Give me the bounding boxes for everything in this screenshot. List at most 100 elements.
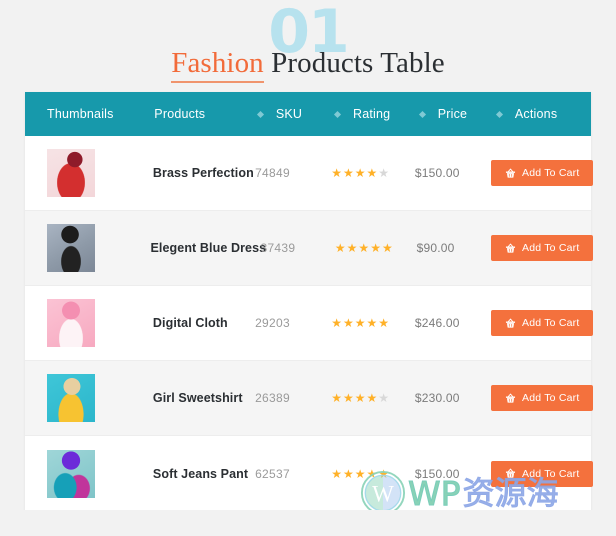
- cell-thumbnail: [47, 149, 153, 197]
- rating-stars[interactable]: ★ ★ ★ ★ ★: [331, 167, 389, 179]
- add-to-cart-label: Add To Cart: [522, 167, 580, 179]
- cell-thumbnail: [47, 374, 153, 422]
- add-to-cart-button[interactable]: Add To Cart: [491, 310, 594, 336]
- column-header-price[interactable]: Price: [418, 107, 497, 121]
- page-title-accent: Fashion: [171, 47, 264, 83]
- product-sku: 62537: [255, 466, 290, 481]
- product-name: Girl Sweetshirt: [152, 391, 243, 405]
- product-sku: 26389: [255, 391, 290, 405]
- product-sku: 74849: [255, 166, 290, 180]
- shopping-basket-icon: [505, 318, 516, 329]
- product-thumbnail-image[interactable]: [47, 224, 95, 272]
- cell-product: Brass Perfection: [153, 166, 255, 180]
- star-icon[interactable]: ★: [355, 167, 366, 179]
- rating-stars[interactable]: ★ ★ ★ ★ ★: [331, 468, 389, 480]
- star-icon[interactable]: ★: [378, 392, 389, 404]
- product-thumbnail-image[interactable]: [47, 374, 95, 422]
- star-icon[interactable]: ★: [367, 167, 378, 179]
- sort-diamond-icon[interactable]: [418, 110, 426, 118]
- table-row[interactable]: Elegent Blue Dress 37439 ★ ★ ★ ★ ★ $90.00 Ad…: [25, 211, 594, 286]
- star-icon[interactable]: ★: [367, 392, 378, 404]
- cell-rating: ★ ★ ★ ★ ★: [331, 468, 415, 480]
- cell-sku: 29203: [255, 316, 331, 330]
- add-to-cart-label: Add To Cart: [522, 242, 580, 254]
- add-to-cart-button[interactable]: Add To Cart: [491, 385, 594, 411]
- star-icon[interactable]: ★: [367, 317, 378, 329]
- sort-diamond-icon[interactable]: [333, 110, 342, 118]
- star-icon[interactable]: ★: [358, 242, 369, 254]
- star-icon[interactable]: ★: [331, 468, 342, 480]
- star-icon[interactable]: ★: [331, 167, 342, 179]
- shopping-basket-icon: [505, 243, 516, 254]
- cell-price: $150.00: [415, 467, 491, 481]
- cell-rating: ★ ★ ★ ★ ★: [331, 167, 415, 179]
- rating-stars[interactable]: ★ ★ ★ ★ ★: [331, 392, 389, 404]
- star-icon[interactable]: ★: [331, 317, 342, 329]
- sort-diamond-icon[interactable]: [256, 110, 264, 118]
- star-icon[interactable]: ★: [343, 317, 354, 329]
- add-to-cart-button[interactable]: Add To Cart: [491, 160, 594, 186]
- cell-thumbnail: [47, 224, 150, 272]
- cell-sku: 62537: [255, 467, 331, 481]
- products-table: Thumbnails Products SKU Rating Price Act…: [25, 92, 594, 511]
- product-thumbnail-image[interactable]: [47, 299, 95, 347]
- product-name: Elegent Blue Dress: [150, 241, 267, 255]
- rating-stars[interactable]: ★ ★ ★ ★ ★: [335, 242, 393, 254]
- cell-rating: ★ ★ ★ ★ ★: [335, 242, 417, 254]
- star-icon[interactable]: ★: [367, 468, 378, 480]
- product-price: $90.00: [416, 241, 455, 255]
- star-icon[interactable]: ★: [347, 242, 358, 254]
- star-icon[interactable]: ★: [370, 242, 381, 254]
- column-header-actions[interactable]: Actions: [495, 107, 591, 121]
- cell-actions: Add To Cart: [491, 385, 594, 411]
- rating-stars[interactable]: ★ ★ ★ ★ ★: [331, 317, 389, 329]
- star-icon[interactable]: ★: [343, 392, 354, 404]
- table-row[interactable]: Soft Jeans Pant 62537 ★ ★ ★ ★ ★ $150.00 Add …: [25, 436, 594, 511]
- product-name: Brass Perfection: [152, 166, 254, 180]
- column-header-products[interactable]: Products: [154, 107, 258, 121]
- cell-product: Digital Cloth: [153, 316, 255, 330]
- add-to-cart-button[interactable]: Add To Cart: [491, 235, 594, 261]
- sort-diamond-icon[interactable]: [495, 110, 503, 118]
- column-header-products-label: Products: [154, 107, 206, 121]
- column-header-rating[interactable]: Rating: [333, 107, 420, 121]
- shopping-basket-icon: [505, 168, 516, 179]
- product-thumbnail-image[interactable]: [47, 149, 95, 197]
- cell-product: Elegent Blue Dress: [150, 241, 266, 255]
- product-thumbnail-image[interactable]: [47, 449, 95, 498]
- star-icon[interactable]: ★: [378, 167, 389, 179]
- page-header: 01 Fashion Products Table: [0, 0, 616, 92]
- star-icon[interactable]: ★: [331, 392, 342, 404]
- cell-sku: 37439: [260, 241, 334, 255]
- table-row[interactable]: Digital Cloth 29203 ★ ★ ★ ★ ★ $246.00 Add To…: [25, 286, 594, 361]
- cell-thumbnail: [47, 449, 153, 498]
- cell-sku: 74849: [255, 166, 331, 180]
- cell-actions: Add To Cart: [491, 460, 594, 487]
- star-icon[interactable]: ★: [343, 167, 354, 179]
- add-to-cart-button[interactable]: Add To Cart: [491, 460, 594, 487]
- star-icon[interactable]: ★: [343, 468, 354, 480]
- cell-rating: ★ ★ ★ ★ ★: [331, 392, 415, 404]
- cell-price: $150.00: [415, 166, 491, 180]
- add-to-cart-label: Add To Cart: [522, 317, 580, 329]
- page-title-rest: Products Table: [271, 47, 445, 79]
- product-price: $150.00: [414, 466, 460, 481]
- table-row[interactable]: Brass Perfection 74849 ★ ★ ★ ★ ★ $150.00 Add…: [25, 136, 594, 211]
- star-icon[interactable]: ★: [355, 468, 366, 480]
- star-icon[interactable]: ★: [378, 468, 389, 480]
- cell-rating: ★ ★ ★ ★ ★: [331, 317, 415, 329]
- column-header-thumbnails[interactable]: Thumbnails: [47, 107, 154, 121]
- column-header-actions-label: Actions: [514, 107, 558, 121]
- star-icon[interactable]: ★: [382, 242, 393, 254]
- star-icon[interactable]: ★: [335, 242, 346, 254]
- product-price: $230.00: [414, 391, 460, 405]
- star-icon[interactable]: ★: [378, 317, 389, 329]
- star-icon[interactable]: ★: [355, 392, 366, 404]
- star-icon[interactable]: ★: [355, 317, 366, 329]
- table-row[interactable]: Girl Sweetshirt 26389 ★ ★ ★ ★ ★ $230.00 Add …: [25, 361, 594, 436]
- add-to-cart-label: Add To Cart: [522, 467, 580, 480]
- product-name: Soft Jeans Pant: [152, 466, 249, 481]
- shopping-basket-icon: [505, 468, 516, 479]
- column-header-sku[interactable]: SKU: [256, 107, 335, 121]
- cell-price: $246.00: [415, 316, 491, 330]
